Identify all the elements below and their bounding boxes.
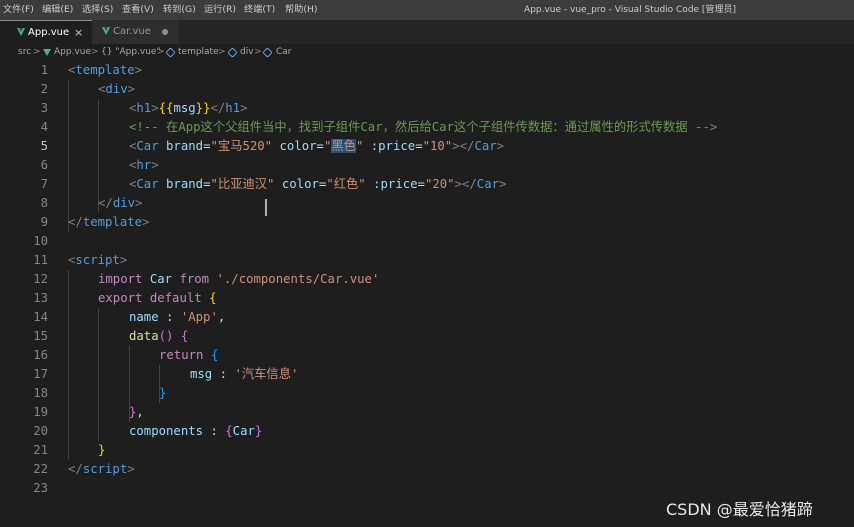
indent-guide [68, 270, 69, 460]
line-number: 1 [40, 63, 48, 77]
code-line-2: <div> [98, 82, 136, 96]
chevron-right-icon: > [91, 47, 99, 57]
menu-help[interactable]: 帮助(H) [285, 0, 317, 20]
line-number: 2 [40, 82, 48, 96]
code-line-6: <hr> [129, 158, 159, 172]
editor-tab-bar: App.vue × Car.vue [0, 20, 854, 44]
breadcrumb-folder[interactable]: src [18, 44, 31, 61]
line-number: 19 [33, 405, 48, 419]
code-line-15: data() { [129, 329, 189, 343]
line-number: 15 [33, 329, 48, 343]
tab-label: App.vue [28, 27, 70, 38]
breadcrumb-file[interactable]: App.vue [54, 44, 91, 61]
breadcrumb-script-block[interactable]: {} "App.vue" [101, 44, 161, 61]
indent-guide [98, 308, 99, 441]
chevron-right-icon: > [33, 47, 41, 57]
code-line-21: } [98, 443, 106, 457]
code-line-1: <template> [68, 63, 143, 77]
watermark: CSDN @最爱恰猪蹄 [666, 500, 813, 519]
code-line-17: msg : '汽车信息' [190, 367, 299, 381]
code-line-5: <Car brand="宝马520" color="黑色" :price="10… [129, 139, 505, 153]
menu-bar: 文件(F) 编辑(E) 选择(S) 查看(V) 转到(G) 运行(R) 终端(T… [0, 0, 854, 20]
line-number: 17 [33, 367, 48, 381]
code-line-16: return { [159, 348, 219, 362]
line-number: 13 [33, 291, 48, 305]
symbol-component-icon [227, 47, 238, 58]
menu-edit[interactable]: 编辑(E) [42, 0, 73, 20]
code-line-8: </div> [98, 196, 143, 210]
code-editor[interactable]: 1 2 3 4 5 6 7 8 9 10 11 12 13 14 15 16 1… [0, 61, 854, 527]
close-icon[interactable]: × [74, 21, 83, 45]
line-number: 12 [33, 272, 48, 286]
breadcrumb: src > App.vue > {} "App.vue" > template … [0, 44, 854, 61]
chevron-right-icon: > [254, 47, 262, 57]
chevron-right-icon: > [218, 47, 226, 57]
symbol-component-icon [165, 47, 176, 58]
code-line-7: <Car brand="比亚迪汉" color="红色" :price="20"… [129, 177, 507, 191]
breadcrumb-div[interactable]: div [240, 44, 254, 61]
menu-go[interactable]: 转到(G) [163, 0, 196, 20]
line-number: 18 [33, 386, 48, 400]
line-number: 8 [40, 196, 48, 210]
menu-run[interactable]: 运行(R) [204, 0, 236, 20]
line-number: 23 [33, 481, 48, 495]
line-number: 3 [40, 101, 48, 115]
vue-file-icon [43, 49, 51, 56]
line-number-active: 5 [40, 139, 48, 153]
line-number: 11 [33, 253, 48, 267]
line-number: 7 [40, 177, 48, 191]
code-line-14: name : 'App', [129, 310, 226, 324]
line-number: 21 [33, 443, 48, 457]
line-number: 20 [33, 424, 48, 438]
code-line-18: } [159, 386, 167, 400]
breadcrumb-car[interactable]: Car [276, 44, 292, 61]
menu-selection[interactable]: 选择(S) [82, 0, 113, 20]
window-title: App.vue - vue_pro - Visual Studio Code [… [524, 5, 736, 15]
menu-terminal[interactable]: 终端(T) [244, 0, 275, 20]
chevron-right-icon: > [157, 47, 165, 57]
text-cursor [265, 199, 267, 216]
tab-app-vue[interactable]: App.vue × [0, 20, 92, 44]
line-number: 6 [40, 158, 48, 172]
vue-file-icon [17, 28, 25, 36]
menu-file[interactable]: 文件(F) [3, 0, 34, 20]
selected-text: 黑色 [331, 139, 356, 153]
code-line-19: }, [129, 405, 144, 419]
breadcrumb-template[interactable]: template [178, 44, 219, 61]
menu-view[interactable]: 查看(V) [122, 0, 154, 20]
code-line-20: components : {Car} [129, 424, 263, 438]
line-number: 9 [40, 215, 48, 229]
code-line-22: </script> [68, 462, 135, 476]
code-line-9: </template> [68, 215, 150, 229]
code-line-11: <script> [68, 253, 128, 267]
code-line-4: <!-- 在App这个父组件当中，找到子组件Car，然后给Car这个子组件传数据… [129, 120, 718, 134]
code-line-12: import Car from './components/Car.vue' [98, 272, 380, 286]
line-number: 10 [33, 234, 48, 248]
vue-file-icon [102, 27, 110, 35]
code-line-13: export default { [98, 291, 217, 305]
unsaved-dot-icon[interactable] [162, 29, 168, 35]
line-number: 22 [33, 462, 48, 476]
line-number: 16 [33, 348, 48, 362]
indent-guide [68, 80, 69, 232]
line-number: 14 [33, 310, 48, 324]
symbol-component-icon [262, 47, 273, 58]
line-number: 4 [40, 120, 48, 134]
code-line-3: <h1>{{msg}}</h1> [129, 101, 248, 115]
tab-label: Car.vue [113, 26, 151, 37]
